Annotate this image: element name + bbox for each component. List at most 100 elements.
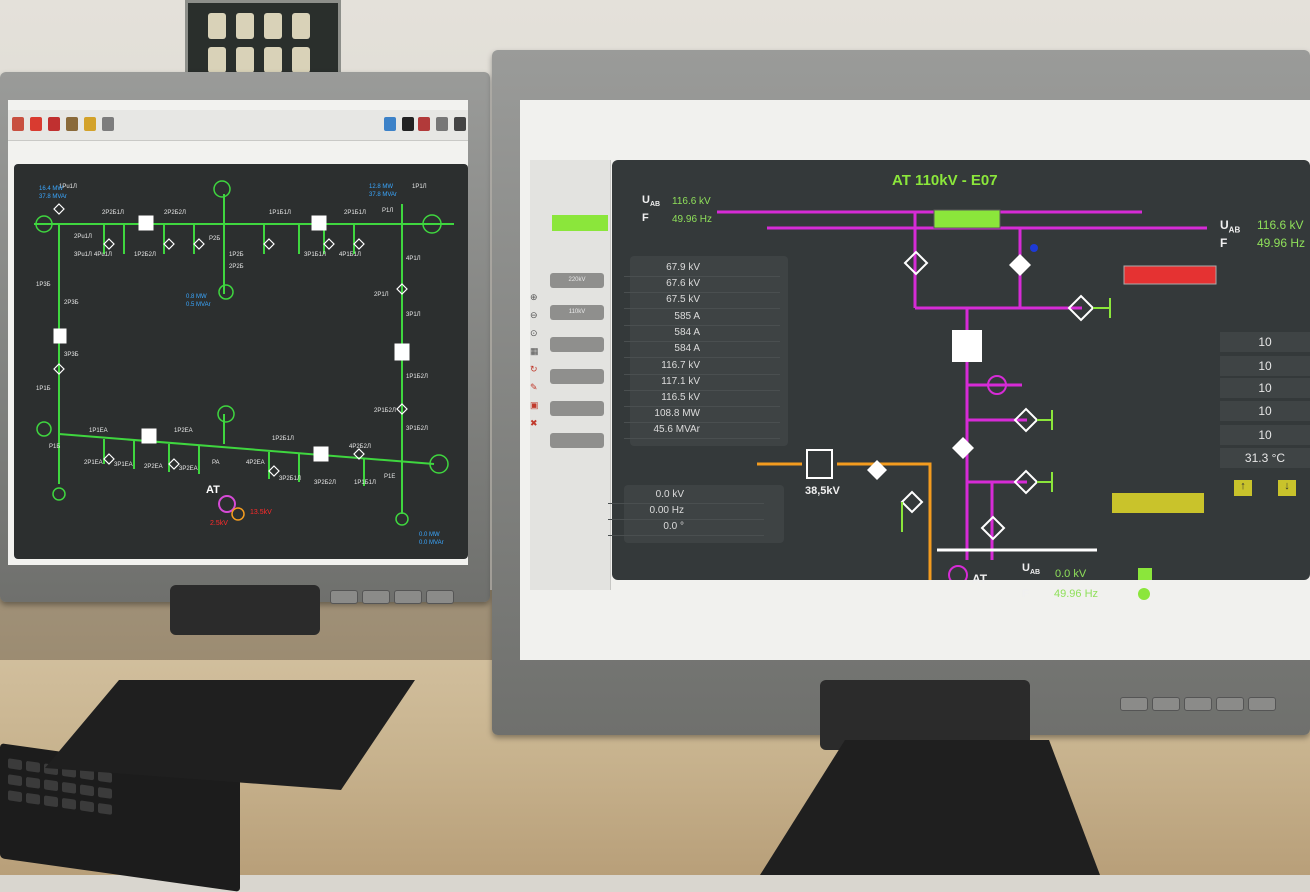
voltage-value: 116.6 kV xyxy=(1257,218,1304,232)
voltage-110-button[interactable]: 110kV xyxy=(550,305,604,320)
left-label: 2P1ЕA xyxy=(84,460,103,466)
left-readout: 0.0 MVAr xyxy=(419,540,444,546)
measurement-value: 45.6 MVAr xyxy=(624,424,780,439)
record-icon[interactable] xyxy=(12,117,24,131)
right-single-line-diagram: AT 110kV - E07 UAB 116.6 kV F 49.96 Hz U… xyxy=(608,160,1310,600)
left-toolbar xyxy=(8,110,468,141)
sidebar-button[interactable] xyxy=(550,401,604,416)
left-readout: 0.5 MVAr xyxy=(186,302,211,308)
left-label: 3P2Б1Л xyxy=(279,476,301,482)
frequency-label: F xyxy=(1022,588,1029,600)
record-dot-icon[interactable] xyxy=(402,117,414,131)
status-led xyxy=(1138,588,1150,600)
left-transformer-readout: 13.5kV xyxy=(250,509,272,516)
left-label: P1Л xyxy=(382,208,394,214)
measurement-value: 0.0 kV xyxy=(608,489,764,504)
grid-icon[interactable]: ▦ xyxy=(530,346,540,356)
counter-value: 10 xyxy=(1220,378,1310,398)
measurement-value: 67.6 kV xyxy=(624,278,780,293)
left-label: 3P2Б2Л xyxy=(314,480,336,486)
measurement-value: 585 A xyxy=(624,311,780,326)
left-label: 1P1Б1Л xyxy=(354,480,376,486)
lower-measurement-panel: 0.0 kV 0.00 Hz 0.0 ° xyxy=(608,485,784,543)
voltage-value: 0.0 kV xyxy=(1055,568,1087,580)
counter-value: 10 xyxy=(1220,401,1310,421)
left-label: 1P1Б xyxy=(36,386,51,392)
voltage-220-button[interactable]: 220kV xyxy=(550,273,604,288)
measurement-value: 584 A xyxy=(624,343,780,358)
left-label: 1P2Б2Л xyxy=(134,252,156,258)
edit-icon[interactable]: ✎ xyxy=(530,382,540,392)
zoom-in-icon[interactable]: ⊕ xyxy=(530,292,540,302)
left-readout: 16.4 MW xyxy=(39,186,64,192)
feeder-voltage-label: 38,5kV xyxy=(805,485,840,497)
measurement-value: 0.0 ° xyxy=(608,521,764,536)
left-monitor-buttons[interactable] xyxy=(330,590,458,609)
refresh-icon[interactable]: ↻ xyxy=(530,364,540,374)
left-label: 4P1Б1Л xyxy=(339,252,361,258)
temperature-value: 31.3 °C xyxy=(1220,448,1310,468)
tap-down-button[interactable]: ↓ xyxy=(1278,480,1296,496)
left-label: 3Pu1Л xyxy=(74,252,92,258)
left-label: 2P2Б xyxy=(229,264,244,270)
frequency-label: F xyxy=(642,212,649,224)
left-label: 4P1Л xyxy=(406,256,421,262)
left-label: 2P1Б1Л xyxy=(344,210,366,216)
counter-value: 10 xyxy=(1220,332,1310,352)
tap-up-button[interactable]: ↑ xyxy=(1234,480,1252,496)
voltage-label: UAB xyxy=(1022,562,1041,577)
measurement-value: 67.5 kV xyxy=(624,294,780,309)
left-label: 1P2Б xyxy=(229,252,244,258)
left-label: 1P1ЕA xyxy=(89,428,108,434)
folder-icon[interactable] xyxy=(48,117,60,131)
settings-icon[interactable] xyxy=(102,117,114,131)
status-indicator xyxy=(552,215,608,231)
left-label: 1P3Б xyxy=(36,282,51,288)
left-label: 3P2ЕA xyxy=(179,466,198,472)
left-readout: 0.8 MW xyxy=(186,294,207,300)
network-icon[interactable] xyxy=(384,117,396,131)
power-icon[interactable] xyxy=(454,117,466,131)
left-readout: 37.8 MVAr xyxy=(369,192,397,198)
right-monitor-neck xyxy=(820,680,1030,750)
left-label: 3P1Л xyxy=(406,312,421,318)
measurement-value: 116.7 kV xyxy=(624,360,780,375)
left-label: 4Pu1Л xyxy=(94,252,112,258)
zoom-out-icon[interactable]: ⊖ xyxy=(530,310,540,320)
left-label: P2Б xyxy=(209,236,221,242)
left-label: 1P2Б1Л xyxy=(272,436,294,442)
measurement-value: 108.8 MW xyxy=(624,408,780,423)
edit-icon[interactable] xyxy=(84,117,96,131)
sidebar-button[interactable] xyxy=(550,369,604,384)
left-label: P1Е xyxy=(384,474,396,480)
frequency-value: 49.96 Hz xyxy=(1054,588,1099,600)
left-label: 1P1Б2Л xyxy=(406,374,428,380)
right-monitor-buttons[interactable] xyxy=(1120,697,1280,716)
tool-icon[interactable] xyxy=(418,117,430,131)
close-icon[interactable]: ✖ xyxy=(530,418,540,428)
left-label: 2Pu1Л xyxy=(74,234,92,240)
sidebar-button[interactable] xyxy=(550,337,604,352)
counter-value: 10 xyxy=(1220,425,1310,445)
left-label: 4P2Б2Л xyxy=(349,444,371,450)
left-transformer-readout: 2.5kV xyxy=(210,520,228,527)
left-label: 3P3Б xyxy=(64,352,79,358)
left-label: 1P1Л xyxy=(412,184,427,190)
voltage-label: UAB xyxy=(1220,218,1241,235)
zoom-fit-icon[interactable]: ⊙ xyxy=(530,328,540,338)
monitor-icon[interactable] xyxy=(66,117,78,131)
left-label: 3P1Б2Л xyxy=(406,426,428,432)
left-label: 2P1Л xyxy=(374,292,389,298)
print-icon[interactable]: ▣ xyxy=(530,400,540,410)
sidebar-button[interactable] xyxy=(550,433,604,448)
left-readout: 0.0 MW xyxy=(419,532,440,538)
left-label: 2P2Б2Л xyxy=(164,210,186,216)
left-label: 3P1Б1Л xyxy=(304,252,326,258)
counter-value: 10 xyxy=(1220,356,1310,376)
frequency-value: 49.96 Hz xyxy=(672,214,713,225)
alert-icon[interactable] xyxy=(30,117,42,131)
window-icon[interactable] xyxy=(436,117,448,131)
left-label: PA xyxy=(212,460,220,466)
voltage-label: UAB xyxy=(642,194,661,209)
measurement-value: 584 A xyxy=(624,327,780,342)
